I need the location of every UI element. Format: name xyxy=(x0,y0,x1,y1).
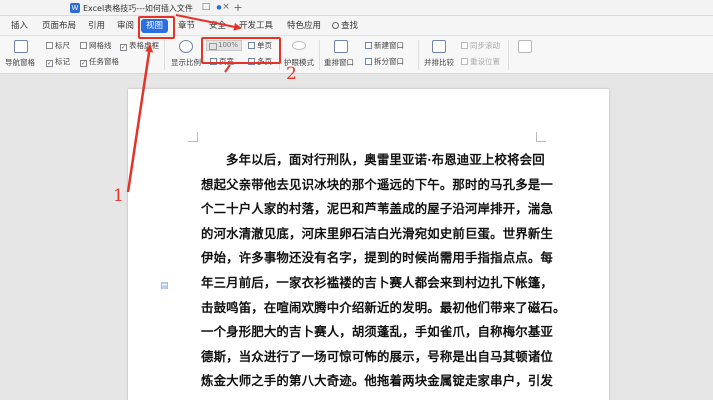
reset-position-button[interactable]: 重设位置 xyxy=(461,57,500,67)
sync-scroll-button[interactable]: 同步滚动 xyxy=(461,41,500,51)
paragraph-line: 多年以后，面对行刑队，奥雷里亚诺·布恩迪亚上校将会回 xyxy=(226,152,545,167)
close-tab-icon[interactable]: × xyxy=(220,1,232,14)
gridlines-checkbox[interactable]: 网格线 xyxy=(80,41,112,51)
gridlines-label: 网格线 xyxy=(89,41,112,50)
markup-checkbox[interactable]: ✓ 标记 xyxy=(46,57,70,67)
task-pane-checkbox[interactable]: ✓ 任务窗格 xyxy=(80,57,119,67)
zoom-icon xyxy=(179,40,193,53)
paragraph-line: 击鼓鸣笛，在喧闹欢腾中介绍新近的发明。最初他们带来了磁石。 xyxy=(201,299,566,315)
table-gridlines-checkbox[interactable]: ✓ 表格虚框 xyxy=(120,41,159,51)
menu-insert[interactable]: 插入 xyxy=(11,19,28,33)
paragraph-line: 炼金大师之手的第八大奇迹。他拖着两块金属锭走家串户，引发 xyxy=(201,373,553,389)
search-button[interactable]: 查找 xyxy=(332,19,358,33)
rearrange-windows-icon xyxy=(334,40,348,53)
search-label: 查找 xyxy=(341,21,359,31)
crop-mark-top-left xyxy=(188,132,198,142)
new-window-button[interactable]: 新建窗口 xyxy=(365,41,404,51)
new-window-label: 新建窗口 xyxy=(374,41,404,50)
menu-developer-tools[interactable]: 开发工具 xyxy=(239,19,273,33)
menu-references[interactable]: 引用 xyxy=(88,19,105,33)
highlight-view-tab xyxy=(138,16,175,39)
split-window-button[interactable]: 拆分窗口 xyxy=(365,57,404,67)
crop-mark-top-right xyxy=(536,132,546,142)
title-bar: W Excel表格技巧---如何插入文件 □ ● × + xyxy=(0,0,713,16)
sync-scroll-icon xyxy=(461,42,468,49)
monitor-icon[interactable]: □ xyxy=(200,1,212,14)
separator xyxy=(418,40,419,70)
side-by-side-button[interactable]: 并排比较 xyxy=(424,58,454,68)
annotation-label-1: 1 xyxy=(113,186,124,206)
highlight-single-page xyxy=(201,37,281,64)
side-by-side-icon xyxy=(432,40,446,53)
document-icon: W xyxy=(70,3,80,13)
menu-chapter[interactable]: 章节 xyxy=(178,19,195,33)
reset-position-icon xyxy=(461,58,468,65)
document-title: Excel表格技巧---如何插入文件 xyxy=(83,3,193,13)
ruler-checkbox[interactable]: 标尺 xyxy=(46,41,70,51)
paragraph-line: 伊始，许多事物还没有名字，提到的时候尚需用手指指点点。每 xyxy=(201,250,553,266)
paragraph-handle-icon[interactable]: ▤ xyxy=(160,281,169,291)
task-pane-label: 任务窗格 xyxy=(89,57,119,66)
split-window-icon xyxy=(365,58,372,65)
separator xyxy=(319,40,320,70)
paragraph-line: 的河水清澈见底，河床里卵石洁白光滑宛如史前巨蛋。世界新生 xyxy=(201,225,553,241)
paragraph-line: 德斯，当众进行了一场可惊可怖的展示，号称是出自马其顿诸位 xyxy=(201,348,553,364)
show-scale-button[interactable]: 显示比例 xyxy=(171,58,201,68)
gridlines-check-icon xyxy=(80,42,87,49)
navigation-pane-button[interactable]: 导航窗格 xyxy=(5,58,35,68)
ribbon-menu: 插入 页面布局 引用 审阅 视图 章节 安全 开发工具 特色应用 查找 xyxy=(0,16,713,36)
ruler-check-icon xyxy=(46,42,53,49)
paragraph-line: 一个身形肥大的吉卜赛人，胡须蓬乱，手如雀爪，自称梅尔基亚 xyxy=(201,324,553,340)
table-gridlines-label: 表格虚框 xyxy=(129,41,159,50)
rearrange-windows-button[interactable]: 重排窗口 xyxy=(324,58,354,68)
sync-scroll-label: 同步滚动 xyxy=(470,41,500,50)
search-icon xyxy=(332,22,339,29)
menu-page-layout[interactable]: 页面布局 xyxy=(42,19,76,33)
markup-check-icon: ✓ xyxy=(46,60,53,67)
window-switch-icon[interactable] xyxy=(518,40,532,53)
document-body[interactable]: 多年以后，面对行刑队，奥雷里亚诺·布恩迪亚上校将会回 想起父亲带他去见识冰块的那… xyxy=(201,148,566,394)
paragraph-line: 个二十户人家的村落，泥巴和芦苇盖成的屋子沿河岸排开，湍急 xyxy=(201,201,553,217)
new-tab-icon[interactable]: + xyxy=(232,1,244,14)
markup-label: 标记 xyxy=(55,57,70,66)
navigation-pane-icon xyxy=(14,40,28,53)
menu-security[interactable]: 安全 xyxy=(209,19,226,33)
table-gridlines-check-icon: ✓ xyxy=(120,44,127,51)
reset-position-label: 重设位置 xyxy=(470,57,500,66)
separator xyxy=(508,40,509,70)
separator xyxy=(164,40,165,70)
paragraph-line: 想起父亲带他去见识冰块的那个遥远的下午。那时的马孔多是一 xyxy=(201,176,553,192)
menu-review[interactable]: 审阅 xyxy=(117,19,134,33)
new-window-icon xyxy=(365,42,372,49)
ruler-label: 标尺 xyxy=(55,41,70,50)
paragraph-line: 年三月前后，一家衣衫褴褛的吉卜赛人都会来到村边扎下帐篷， xyxy=(201,274,553,290)
split-window-label: 拆分窗口 xyxy=(374,57,404,66)
wps-writer-window: W Excel表格技巧---如何插入文件 □ ● × + 插入 页面布局 引用 … xyxy=(0,0,713,400)
eye-icon xyxy=(292,41,306,50)
task-pane-check-icon: ✓ xyxy=(80,60,87,67)
view-toolbar: 导航窗格 标尺 网格线 ✓ 表格虚框 ✓ 标记 ✓ 任务窗格 显示比例 单页 页宽 多… xyxy=(0,36,713,74)
menu-special-apps[interactable]: 特色应用 xyxy=(287,19,321,33)
annotation-label-2: 2 xyxy=(286,64,297,84)
document-page[interactable]: 多年以后，面对行刑队，奥雷里亚诺·布恩迪亚上校将会回 想起父亲带他去见识冰块的那… xyxy=(128,89,609,400)
